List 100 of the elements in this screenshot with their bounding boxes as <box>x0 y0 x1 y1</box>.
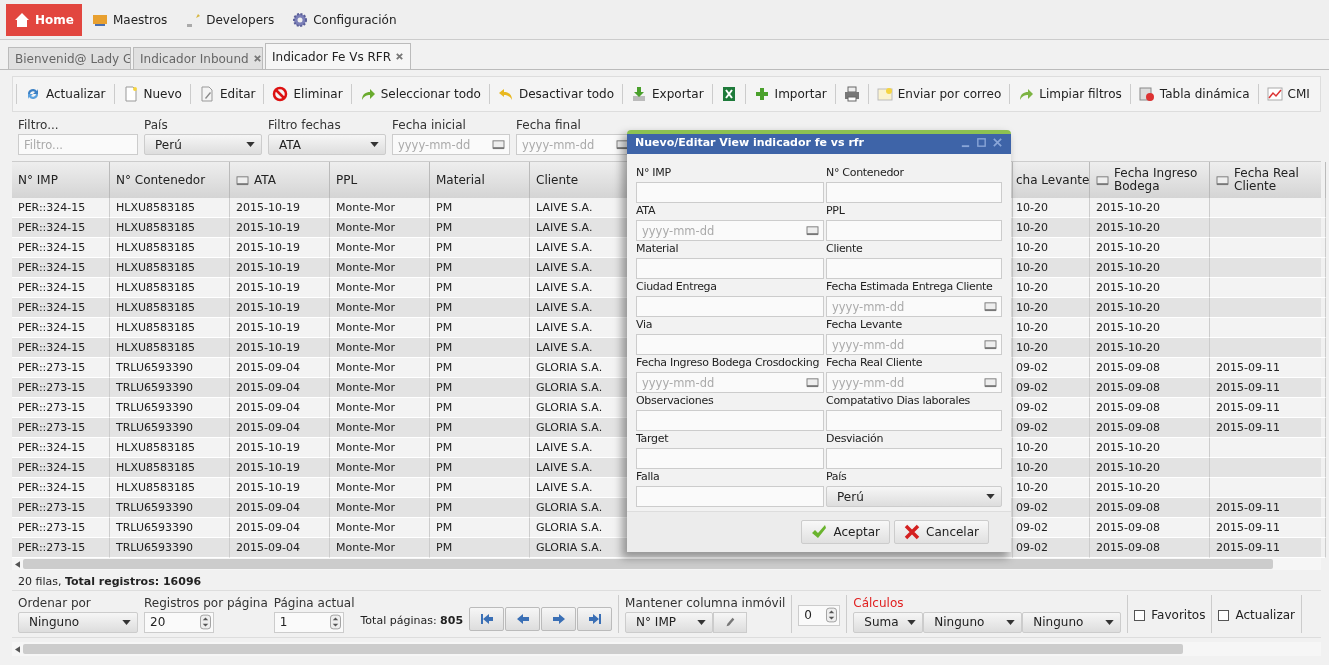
close-icon[interactable] <box>252 54 262 63</box>
field-label: Cliente <box>826 241 864 257</box>
calendar-icon <box>1096 174 1109 186</box>
dropdown[interactable]: Perú <box>826 486 1002 507</box>
calendar-icon[interactable] <box>492 139 505 150</box>
field-label: Registros por página <box>144 595 268 610</box>
toolbar-button[interactable]: Desactivar todo <box>492 83 620 105</box>
scroll-left-icon[interactable] <box>15 560 20 568</box>
tab[interactable]: Indicador Fe Vs RFR <box>265 43 412 69</box>
text-field[interactable] <box>636 334 824 355</box>
toolbar-button[interactable]: Exportar <box>626 83 709 105</box>
menu-item[interactable]: Developers <box>177 3 283 36</box>
text-field[interactable] <box>826 258 1002 279</box>
checkbox[interactable]: Favoritos <box>1134 608 1206 622</box>
field-label: Material <box>636 241 680 257</box>
text-field[interactable] <box>636 296 824 317</box>
number-field[interactable]: 1 <box>273 611 344 633</box>
field-label: ATA <box>636 203 657 219</box>
date-field[interactable]: yyyy-mm-dd <box>826 372 1002 393</box>
table-icon <box>1138 86 1155 102</box>
toolbar-button[interactable]: Enviar por correo <box>871 83 1007 105</box>
checkbox[interactable]: Actualizar <box>1218 608 1295 622</box>
first-page-icon <box>479 613 494 625</box>
dropdown[interactable]: ATA <box>268 134 386 155</box>
toolbar-button[interactable]: Nuevo <box>117 83 187 105</box>
previous-page-button[interactable] <box>505 607 541 631</box>
field-label: Filtro... <box>18 118 60 132</box>
menu-item[interactable]: Home <box>6 3 82 36</box>
next-page-button[interactable] <box>541 607 577 631</box>
menu-item[interactable]: Maestros <box>83 3 176 36</box>
dropdown[interactable]: Ninguno <box>1022 611 1122 633</box>
dropdown[interactable]: Ninguno <box>923 611 1023 633</box>
text-field[interactable] <box>826 410 1002 431</box>
text-field[interactable] <box>826 448 1002 469</box>
filter-field[interactable]: Filtro... <box>18 134 138 155</box>
last-page-icon <box>587 613 602 625</box>
arrow-icon <box>359 86 376 102</box>
field-label: Cálculos <box>853 595 905 610</box>
field-label: Fecha Ingreso Bodega Crosdocking <box>636 355 821 371</box>
text-field[interactable] <box>636 258 824 279</box>
accept-button[interactable]: Aceptar <box>801 520 891 544</box>
text-field[interactable] <box>636 182 824 203</box>
calendar-icon[interactable] <box>806 377 819 388</box>
printer-icon <box>843 86 860 102</box>
dropdown[interactable]: Ninguno <box>18 611 138 633</box>
text-field[interactable] <box>636 486 824 507</box>
dropdown[interactable]: Perú <box>144 134 262 155</box>
toolbar-button[interactable]: Seleccionar todo <box>354 83 486 105</box>
maximize-icon[interactable] <box>976 136 987 148</box>
scrollbar-thumb[interactable] <box>23 644 1183 654</box>
edit-icon <box>198 86 215 102</box>
cancel-button[interactable]: Cancelar <box>894 520 989 544</box>
field-label: Mantener columna inmóvil <box>625 595 786 610</box>
caret-icon <box>370 142 379 147</box>
scroll-left-icon[interactable] <box>15 645 20 653</box>
text-field[interactable] <box>826 182 1002 203</box>
date-field[interactable]: yyyy-mm-dd <box>636 220 824 241</box>
close-icon[interactable] <box>395 52 405 61</box>
close-icon[interactable] <box>992 136 1003 148</box>
date-field[interactable]: yyyy-mm-dd <box>636 372 824 393</box>
toolbar-button[interactable]: Eliminar <box>267 83 348 105</box>
toolbar-button[interactable]: Editar <box>193 83 261 105</box>
left-arrow-icon <box>515 613 530 625</box>
calendar-icon[interactable] <box>806 225 819 236</box>
toolbar-button[interactable]: Tabla dinámica <box>1133 83 1255 105</box>
gear-icon <box>292 11 309 28</box>
text-field[interactable] <box>826 220 1002 241</box>
tab[interactable]: Indicador Inbound <box>133 47 263 69</box>
dropdown[interactable]: Suma <box>853 611 924 633</box>
toolbar-button[interactable]: CMI <box>1261 83 1315 105</box>
spinner-icon[interactable] <box>200 614 211 630</box>
number-field[interactable]: 20 <box>144 611 214 633</box>
edit-button[interactable] <box>713 611 748 633</box>
field-label: Via <box>636 317 654 333</box>
last-page-button[interactable] <box>577 607 613 631</box>
calendar-icon <box>236 174 249 186</box>
text-field[interactable] <box>636 448 824 469</box>
date-field[interactable]: yyyy-mm-dd <box>826 334 1002 355</box>
spinner-icon[interactable] <box>826 607 838 623</box>
calendar-icon[interactable] <box>984 377 997 388</box>
scrollbar-thumb[interactable] <box>23 559 1273 569</box>
spreadsheet-icon <box>720 86 737 102</box>
number-field[interactable]: 0 <box>798 604 841 626</box>
menu-item[interactable]: Configuración <box>284 3 405 36</box>
toolbar-button[interactable]: Importar <box>748 83 832 105</box>
date-field[interactable]: yyyy-mm-dd <box>826 296 1002 317</box>
calendar-icon[interactable] <box>984 301 997 312</box>
dialog-title: Nuevo/Editar View indicador fe vs rfr <box>635 135 865 149</box>
calendar-icon[interactable] <box>616 139 629 150</box>
date-field[interactable]: yyyy-mm-dd <box>392 134 510 155</box>
toolbar-button[interactable]: Actualizar <box>20 83 111 105</box>
arrow-icon <box>1018 86 1035 102</box>
calendar-icon[interactable] <box>984 339 997 350</box>
spinner-icon[interactable] <box>329 614 341 630</box>
first-page-button[interactable] <box>469 607 505 631</box>
field-label: Fecha final <box>516 118 582 132</box>
text-field[interactable] <box>636 410 824 431</box>
dropdown[interactable]: N° IMP <box>625 611 714 633</box>
toolbar-button[interactable]: Limpiar filtros <box>1013 83 1127 105</box>
close-icon <box>904 524 921 540</box>
